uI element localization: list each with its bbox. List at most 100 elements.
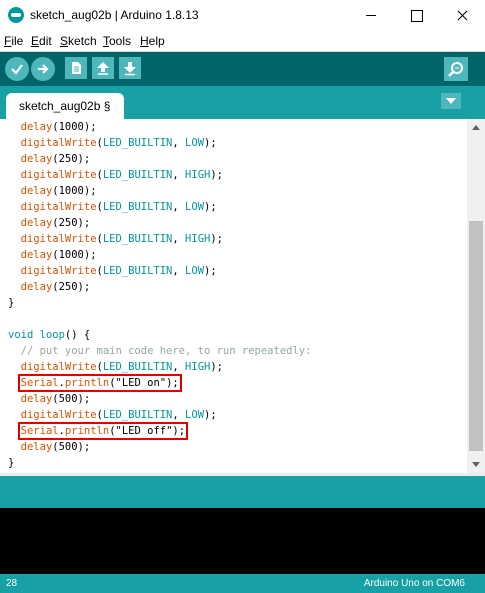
code-token: (1000); bbox=[52, 121, 97, 133]
code-token: () { bbox=[64, 329, 91, 341]
upload-button[interactable] bbox=[31, 57, 55, 81]
window-title: sketch_aug02b | Arduino 1.8.13 bbox=[30, 8, 199, 22]
console-output[interactable] bbox=[0, 508, 485, 574]
code-token: ); bbox=[210, 233, 223, 245]
code-token: , bbox=[172, 169, 186, 181]
code-line: digitalWrite(LED_BUILTIN, HIGH); bbox=[8, 359, 223, 375]
code-token: LOW bbox=[185, 201, 205, 213]
code-editor[interactable]: delay(1000); digitalWrite(LED_BUILTIN, L… bbox=[0, 119, 467, 473]
save-button[interactable] bbox=[119, 57, 141, 79]
code-token: digitalWrite bbox=[20, 409, 97, 421]
code-token: LED_BUILTIN bbox=[102, 137, 173, 149]
code-token: ); bbox=[204, 409, 217, 421]
code-token: delay bbox=[20, 249, 53, 261]
code-line: digitalWrite(LED_BUILTIN, HIGH); bbox=[8, 231, 223, 247]
verify-icon bbox=[11, 64, 23, 75]
code-line: digitalWrite(LED_BUILTIN, LOW); bbox=[8, 263, 217, 279]
highlight-box bbox=[18, 374, 182, 392]
arduino-logo-icon bbox=[8, 7, 24, 23]
code-line: } bbox=[8, 455, 14, 471]
code-line: delay(1000); bbox=[8, 247, 97, 263]
code-token: delay bbox=[20, 153, 53, 165]
minimize-icon[interactable] bbox=[348, 0, 394, 30]
toolbar bbox=[0, 52, 485, 86]
serial-monitor-button[interactable] bbox=[444, 57, 468, 81]
arrow-up-icon bbox=[97, 62, 109, 75]
code-token: LOW bbox=[185, 409, 205, 421]
code-token: digitalWrite bbox=[20, 137, 97, 149]
editor-scrollbar[interactable] bbox=[467, 119, 485, 473]
magnifier-icon bbox=[448, 62, 463, 77]
code-line: delay(500); bbox=[8, 439, 91, 455]
code-line: digitalWrite(LED_BUILTIN, LOW); bbox=[8, 135, 217, 151]
code-token: ); bbox=[204, 137, 217, 149]
code-token: , bbox=[172, 201, 186, 213]
code-token: LED_BUILTIN bbox=[102, 265, 173, 277]
title-bar: sketch_aug02b | Arduino 1.8.13 bbox=[0, 0, 485, 30]
scroll-up-icon[interactable] bbox=[467, 119, 485, 136]
tab-label: sketch_aug02b § bbox=[19, 99, 111, 113]
verify-button[interactable] bbox=[5, 57, 29, 81]
menu-file[interactable]: File bbox=[4, 34, 23, 48]
code-token: (250); bbox=[52, 217, 91, 229]
close-icon[interactable] bbox=[439, 0, 485, 30]
code-token: digitalWrite bbox=[20, 201, 97, 213]
code-token: delay bbox=[20, 441, 53, 453]
code-token: ); bbox=[210, 361, 223, 373]
code-line: delay(250); bbox=[8, 151, 91, 167]
code-token: , bbox=[172, 137, 186, 149]
code-token: ); bbox=[204, 201, 217, 213]
code-token: (250); bbox=[52, 153, 91, 165]
status-bar: 28 Arduino Uno on COM6 bbox=[0, 574, 485, 593]
menu-bar: File Edit Sketch Tools Help bbox=[0, 30, 485, 52]
code-token: digitalWrite bbox=[20, 265, 97, 277]
code-token: // put your main code here, to run repea… bbox=[8, 345, 312, 357]
code-token: LOW bbox=[185, 137, 205, 149]
line-number: 28 bbox=[6, 578, 18, 589]
scroll-down-icon[interactable] bbox=[467, 456, 485, 473]
tab-strip: sketch_aug02b § bbox=[0, 86, 485, 119]
code-line: digitalWrite(LED_BUILTIN, LOW); bbox=[8, 199, 217, 215]
code-token: delay bbox=[20, 217, 53, 229]
code-token: LED_BUILTIN bbox=[102, 409, 173, 421]
code-token: LED_BUILTIN bbox=[102, 233, 173, 245]
menu-help[interactable]: Help bbox=[140, 34, 165, 48]
tab-sketch[interactable]: sketch_aug02b § bbox=[6, 93, 124, 119]
code-token: loop bbox=[39, 329, 65, 341]
new-sketch-button[interactable] bbox=[65, 57, 87, 79]
code-token: (1000); bbox=[52, 249, 97, 261]
code-token: HIGH bbox=[185, 169, 211, 181]
code-token: digitalWrite bbox=[20, 169, 97, 181]
code-token: delay bbox=[20, 393, 53, 405]
open-button[interactable] bbox=[92, 57, 114, 79]
code-token: } bbox=[8, 297, 15, 309]
code-token: , bbox=[172, 233, 186, 245]
code-token: digitalWrite bbox=[20, 233, 97, 245]
tab-menu-dropdown-icon[interactable] bbox=[441, 93, 461, 109]
menu-sketch[interactable]: Sketch bbox=[60, 34, 97, 48]
board-port: Arduino Uno on COM6 bbox=[363, 578, 465, 589]
menu-edit[interactable]: Edit bbox=[31, 34, 52, 48]
code-line: delay(1000); bbox=[8, 119, 97, 135]
code-token: LOW bbox=[185, 265, 205, 277]
scrollbar-thumb[interactable] bbox=[469, 221, 483, 451]
code-token: (500); bbox=[52, 393, 91, 405]
menu-tools[interactable]: Tools bbox=[103, 34, 131, 48]
code-token: LED_BUILTIN bbox=[102, 169, 173, 181]
code-line: delay(1000); bbox=[8, 183, 97, 199]
maximize-icon[interactable] bbox=[393, 0, 439, 30]
code-token: LED_BUILTIN bbox=[102, 201, 173, 213]
highlight-box bbox=[18, 422, 188, 440]
code-line: } bbox=[8, 295, 14, 311]
